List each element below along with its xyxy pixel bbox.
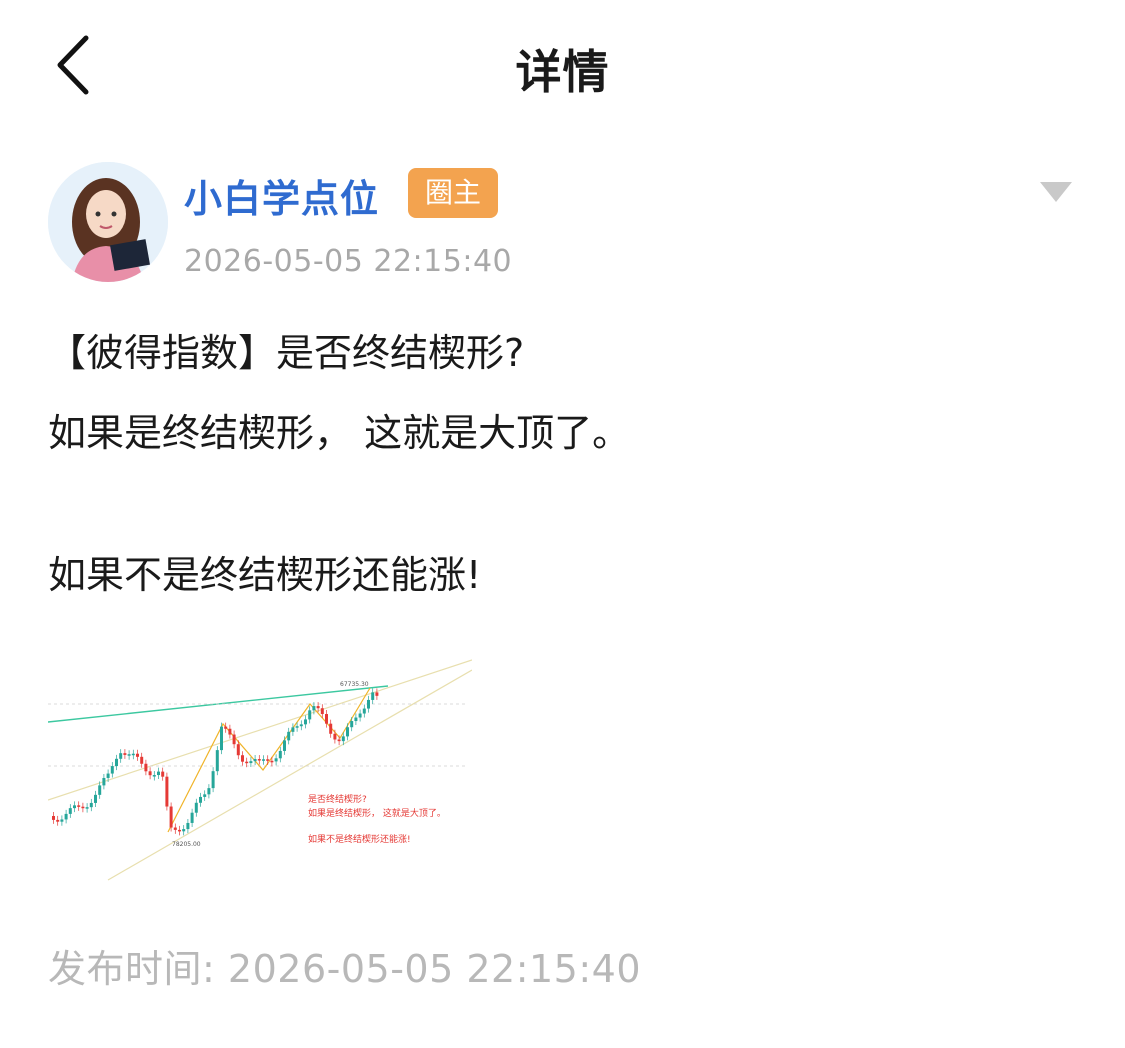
candle-body [85, 807, 89, 809]
image-text-line: 是否终结楔形? [308, 793, 367, 805]
candle-body [299, 724, 303, 727]
publish-label: 发布时间 [48, 947, 203, 991]
candle-body [358, 713, 362, 718]
header-bar: 详情 [0, 0, 1125, 130]
candle-body [173, 827, 177, 830]
image-text-line: 如果不是终结楔形还能涨! [308, 833, 411, 845]
candle-body [127, 754, 131, 756]
candle-body [157, 771, 160, 776]
candle-body [304, 719, 307, 725]
candle-body [60, 819, 64, 822]
candle-body [186, 822, 190, 830]
candle-body [64, 813, 68, 820]
candle-body [182, 829, 186, 832]
candle-body [257, 759, 261, 761]
candle-body [316, 706, 320, 709]
candle-body [262, 759, 265, 761]
candle-body [287, 731, 291, 741]
candle-body [115, 758, 118, 767]
post-line: 如果是终结楔形， 这就是大顶了。 [48, 411, 631, 455]
candle-body [106, 773, 110, 778]
candle-body [224, 726, 228, 729]
avatar[interactable] [48, 162, 168, 282]
candle-body [295, 726, 299, 728]
candle-body [194, 802, 198, 813]
candle-body [211, 771, 215, 789]
candle-body [119, 753, 123, 759]
candle-body [102, 777, 106, 786]
candle-body [199, 796, 202, 803]
candle-body [228, 728, 232, 735]
candle-body [178, 829, 181, 832]
candle-body [161, 771, 165, 777]
candle-body [232, 734, 236, 745]
candle-body [291, 727, 295, 732]
candle-body [241, 755, 244, 762]
author-name[interactable]: 小白学点位 [184, 168, 379, 223]
candle-body [362, 708, 366, 714]
candle-body [215, 750, 219, 772]
candle-body [165, 776, 169, 807]
price-low-label: 78205.00 [172, 841, 201, 848]
candle-body [148, 771, 152, 776]
candle-body [375, 692, 379, 696]
candle-body [354, 717, 358, 722]
candle-body [367, 699, 370, 709]
candle-body [312, 706, 316, 711]
candle-body [136, 753, 139, 757]
candle-body [123, 753, 127, 755]
candle-body [56, 819, 60, 822]
publish-time: 2026-05-05 22:15:40 [227, 947, 642, 991]
candle-body [266, 759, 270, 761]
candle-body [253, 759, 257, 762]
more-options-button[interactable] [1036, 176, 1076, 210]
candle-body [144, 763, 148, 772]
triangle-down-icon [1040, 182, 1072, 202]
candle-body [98, 785, 102, 795]
candle-body [81, 806, 85, 809]
candle-body [329, 723, 333, 734]
candle-body [203, 794, 207, 797]
candle-body [308, 710, 312, 720]
candle-body [77, 805, 81, 807]
candle-body [249, 761, 253, 764]
price-high-label: 67735.30 [340, 681, 369, 688]
candle-body [236, 744, 240, 756]
candle-body [333, 733, 337, 740]
candle-body [274, 758, 278, 762]
owner-badge: 圈主 [408, 168, 498, 218]
post-line: 【彼得指数】是否终结楔形? [48, 331, 525, 375]
candle-body [371, 692, 375, 700]
candle-body [245, 761, 249, 764]
page-title: 详情 [515, 45, 610, 99]
candle-body [110, 766, 114, 774]
candle-body [152, 775, 156, 777]
candle-body [68, 808, 72, 814]
candle-body [190, 812, 194, 823]
post-timestamp: 2026-05-05 22:15:40 [184, 244, 513, 279]
image-text-line: 如果是终结楔形， 这就是大顶了。 [308, 807, 446, 819]
post-image[interactable]: 67735.30 78205.00 是否终结楔形? 如果是终结楔形， 这就是大顶… [48, 640, 472, 886]
candle-body [220, 726, 223, 751]
candle-body [207, 788, 211, 795]
candle-body [341, 736, 345, 742]
candle-body [337, 739, 341, 742]
candle-body [278, 750, 282, 759]
candle-body [346, 727, 349, 737]
candle-body [350, 721, 354, 728]
candle-body [270, 760, 274, 763]
candle-body [169, 806, 173, 828]
candle-body [320, 708, 324, 715]
publish-info: 发布时间: 2026-05-05 22:15:40 [48, 938, 641, 993]
candle-body [52, 816, 55, 820]
candle-body [73, 805, 76, 809]
publish-sep: : [202, 947, 216, 991]
candle-body [89, 802, 93, 808]
candle-body [94, 794, 97, 803]
candle-body [283, 740, 286, 751]
candle-body [325, 714, 328, 724]
candle-body [131, 753, 135, 756]
post-line: 如果不是终结楔形还能涨! [48, 553, 482, 597]
candle-body [140, 756, 144, 764]
